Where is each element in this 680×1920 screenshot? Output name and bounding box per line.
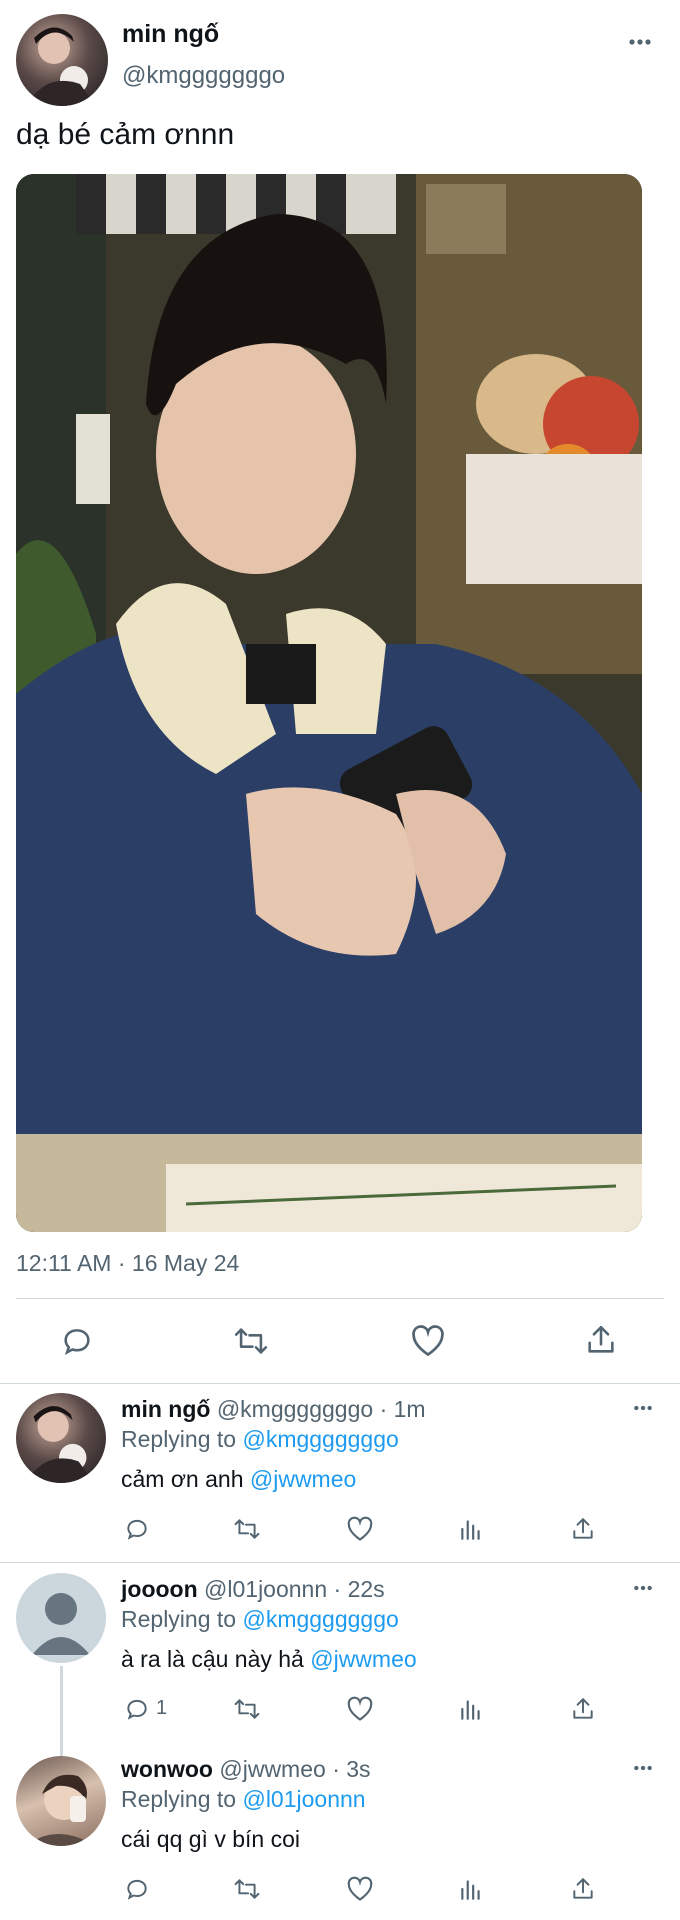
retweet-icon[interactable]: [232, 1516, 262, 1542]
replying-to-handle[interactable]: @l01joonnn: [242, 1786, 365, 1812]
reply-author-handle[interactable]: @kmgggggggo: [217, 1396, 373, 1422]
reply-mention[interactable]: @jwwmeo: [310, 1646, 416, 1672]
share-icon[interactable]: [570, 1875, 596, 1903]
reply-count: 1: [156, 1697, 168, 1719]
reply-body: cảm ơn anh: [121, 1466, 244, 1492]
reply-time[interactable]: · 1m: [380, 1396, 426, 1422]
reply-time[interactable]: · 3s: [332, 1756, 370, 1782]
reply-mention[interactable]: @jwwmeo: [250, 1466, 356, 1492]
avatar[interactable]: [16, 14, 108, 106]
reply-avatar[interactable]: [16, 1573, 106, 1663]
reply-icon[interactable]: [124, 1696, 150, 1722]
thread-line: [60, 1666, 63, 1756]
more-horizontal-icon[interactable]: [632, 1403, 654, 1413]
reply-author-name[interactable]: joooon: [121, 1576, 198, 1602]
more-horizontal-icon[interactable]: [632, 1763, 654, 1773]
timestamp[interactable]: 12:11 AM · 16 May 24: [16, 1250, 239, 1277]
replying-to-handle[interactable]: @kmgggggggo: [242, 1606, 398, 1632]
views-icon[interactable]: [458, 1516, 484, 1542]
reply-text: cảm ơn anh @jwwmeo: [121, 1466, 356, 1493]
reply-body: à ra là cậu này hả: [121, 1646, 304, 1672]
views-icon[interactable]: [458, 1876, 484, 1902]
reply-author-handle[interactable]: @jwwmeo: [219, 1756, 325, 1782]
tweet-text: dạ bé cảm ơnnn: [16, 118, 235, 151]
author-name[interactable]: min ngố: [122, 20, 219, 49]
more-horizontal-icon[interactable]: [628, 36, 652, 48]
reply-header: wonwoo @jwwmeo · 3s: [121, 1756, 371, 1783]
heart-icon[interactable]: [410, 1324, 446, 1358]
reply-avatar[interactable]: [16, 1756, 106, 1846]
reply-header: min ngố @kmgggggggo · 1m: [121, 1396, 426, 1423]
reply-author-handle[interactable]: @l01joonnn: [204, 1576, 327, 1602]
reply-time[interactable]: · 22s: [334, 1576, 385, 1602]
reply-header: joooon @l01joonnn · 22s: [121, 1576, 385, 1603]
views-icon[interactable]: [458, 1696, 484, 1722]
reply-avatar[interactable]: [16, 1393, 106, 1483]
retweet-icon[interactable]: [232, 1876, 262, 1902]
heart-icon[interactable]: [346, 1516, 374, 1542]
reply-text: cái qq gì v bín coi: [121, 1826, 300, 1853]
heart-icon[interactable]: [346, 1696, 374, 1722]
more-horizontal-icon[interactable]: [632, 1583, 654, 1593]
divider: [16, 1298, 664, 1299]
reply-author-name[interactable]: wonwoo: [121, 1756, 213, 1782]
divider: [0, 1562, 680, 1563]
reply-icon[interactable]: [60, 1324, 94, 1358]
reply-body: cái qq gì v bín coi: [121, 1826, 300, 1852]
tweet-photo[interactable]: [16, 174, 642, 1232]
replying-to: Replying to @l01joonnn: [121, 1786, 366, 1813]
divider: [0, 1383, 680, 1384]
replying-to: Replying to @kmgggggggo: [121, 1426, 399, 1453]
reply-icon[interactable]: [124, 1876, 150, 1902]
share-icon[interactable]: [570, 1695, 596, 1723]
retweet-icon[interactable]: [232, 1696, 262, 1722]
replying-to: Replying to @kmgggggggo: [121, 1606, 399, 1633]
reply-author-name[interactable]: min ngố: [121, 1396, 210, 1422]
retweet-icon[interactable]: [232, 1324, 270, 1358]
share-icon[interactable]: [584, 1322, 618, 1358]
replying-to-label: Replying to: [121, 1786, 237, 1812]
heart-icon[interactable]: [346, 1876, 374, 1902]
share-icon[interactable]: [570, 1515, 596, 1543]
replying-to-label: Replying to: [121, 1606, 237, 1632]
replying-to-label: Replying to: [121, 1426, 237, 1452]
author-handle[interactable]: @kmgggggggo: [122, 62, 285, 90]
replying-to-handle[interactable]: @kmgggggggo: [242, 1426, 398, 1452]
reply-text: à ra là cậu này hả @jwwmeo: [121, 1646, 417, 1673]
reply-icon[interactable]: [124, 1516, 150, 1542]
